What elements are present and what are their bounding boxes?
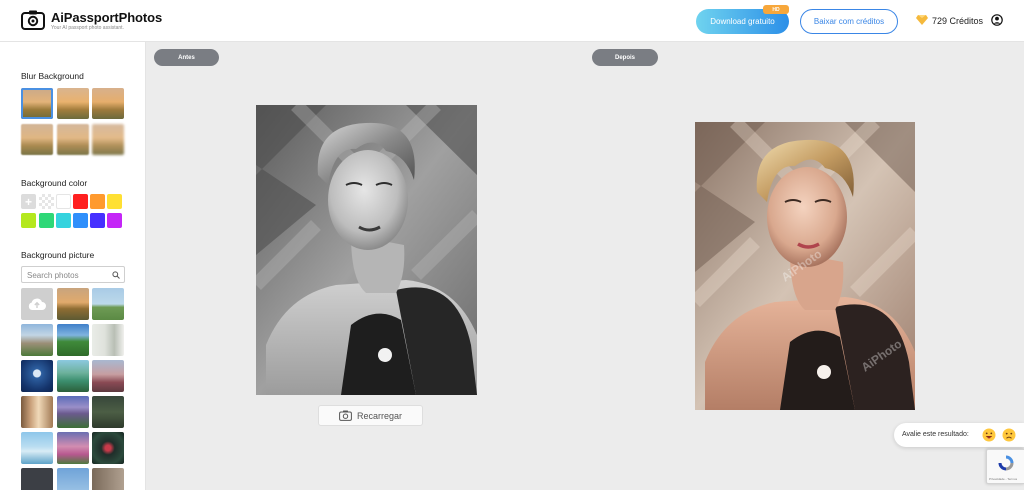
rating-text: Avalie este resultado: [902,431,969,438]
user-icon[interactable] [991,14,1003,26]
upload-photo-button[interactable] [21,288,53,320]
blur-thumb[interactable] [92,124,124,155]
background-photo[interactable] [92,396,124,428]
color-swatch[interactable] [39,213,54,228]
background-photo[interactable] [21,432,53,464]
blur-thumb[interactable] [21,124,53,155]
sidebar: Blur Background Background color + Backg… [0,42,146,490]
sad-face-icon[interactable] [1002,428,1016,442]
add-color-icon[interactable]: + [21,194,36,209]
background-photo[interactable] [92,288,124,320]
recaptcha-badge[interactable]: Privacidade - Termos [986,449,1024,484]
brand-subtitle: Your AI passport photo assistant. [51,25,124,31]
color-swatch[interactable] [73,213,88,228]
color-swatch[interactable] [90,213,105,228]
camera-logo-icon[interactable] [21,10,45,30]
background-photo[interactable] [21,324,53,356]
download-with-credits-button[interactable]: Baixar com créditos [800,9,898,34]
background-photo[interactable] [92,324,124,356]
background-photo[interactable] [57,432,89,464]
blur-thumb[interactable] [57,124,89,155]
background-photo[interactable] [21,468,53,490]
blur-background-title: Blur Background [21,71,84,81]
background-photo[interactable] [57,396,89,428]
background-color-title: Background color [21,178,88,188]
background-photo[interactable] [57,288,89,320]
brand-title[interactable]: AiPassportPhotos [51,10,162,25]
search-icon[interactable] [112,271,120,279]
top-header: AiPassportPhotos Your AI passport photo … [0,0,1024,42]
after-portrait-image: AiPhoto AiPhoto [695,122,915,410]
before-photo [256,105,477,395]
hd-badge: HD [763,5,789,14]
transparent-swatch[interactable] [39,194,54,209]
blur-thumb[interactable] [57,88,89,119]
search-box[interactable] [21,266,125,283]
gem-icon [916,15,928,25]
happy-face-icon[interactable] [982,428,996,442]
reload-button[interactable]: Recarregar [318,405,423,426]
cloud-upload-icon [28,298,46,310]
color-swatch[interactable] [21,213,36,228]
background-photo[interactable] [21,396,53,428]
background-photo[interactable] [92,360,124,392]
background-photo[interactable] [57,324,89,356]
after-label: Depois [592,49,658,66]
color-swatch[interactable] [90,194,105,209]
search-input[interactable] [27,269,107,281]
before-portrait-image [256,105,477,395]
color-swatch[interactable] [73,194,88,209]
color-swatch[interactable] [107,194,122,209]
background-photo[interactable] [92,432,124,464]
rating-box: Avalie este resultado: [894,423,1024,447]
background-picture-title: Background picture [21,250,95,260]
recaptcha-text[interactable]: Privacidade - Termos [989,477,1017,481]
blur-thumb[interactable] [21,88,53,119]
color-swatch[interactable] [56,194,71,209]
background-photo[interactable] [92,468,124,490]
credits-count: 729 Créditos [932,16,984,26]
background-photo[interactable] [57,360,89,392]
camera-icon [339,410,352,421]
color-swatch[interactable] [107,213,122,228]
before-label: Antes [154,49,219,66]
after-photo: AiPhoto AiPhoto [695,122,915,410]
background-photo[interactable] [57,468,89,490]
blur-thumb[interactable] [92,88,124,119]
color-swatch[interactable] [56,213,71,228]
background-photo[interactable] [21,360,53,392]
reload-label: Recarregar [356,410,403,421]
recaptcha-icon [998,455,1014,471]
